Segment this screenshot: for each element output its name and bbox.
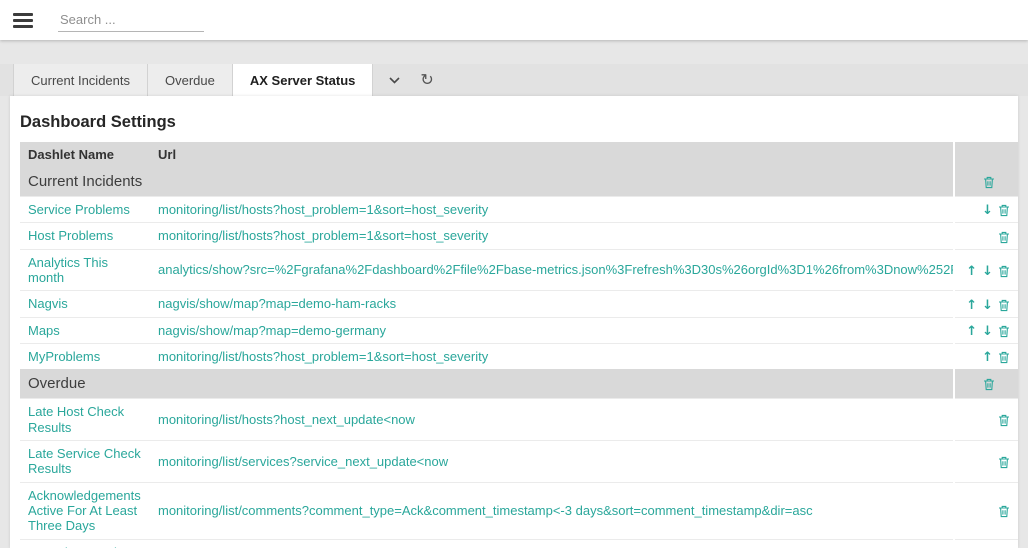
delete-dashlet-icon[interactable]	[998, 456, 1010, 469]
move-up-icon[interactable]: ↑	[966, 299, 977, 312]
delete-dashlet-icon[interactable]	[998, 265, 1010, 278]
column-header-actions	[954, 142, 1018, 167]
dashlet-row: Late Host Check Resultsmonitoring/list/h…	[20, 399, 1018, 441]
delete-dashlet-icon[interactable]	[998, 231, 1010, 244]
row-actions: ↑	[954, 343, 1018, 369]
top-header-bar	[0, 0, 1028, 40]
dashlet-url-link[interactable]: monitoring/list/services?service_next_up…	[150, 440, 954, 482]
column-header-url: Url	[150, 142, 954, 167]
section-title: Current Incidents	[20, 167, 954, 197]
search-container	[58, 9, 204, 32]
dashlet-url-link[interactable]: nagvis/show/map?map=demo-ham-racks	[150, 291, 954, 317]
dashlet-row: Acknowledgements Active For At Least Thr…	[20, 482, 1018, 539]
dashlet-row: Mapsnagvis/show/map?map=demo-germany↑↓	[20, 317, 1018, 343]
row-actions: ↑↓	[954, 317, 1018, 343]
dashlet-url-link[interactable]: analytics/show?src=%2Fgrafana%2Fdashboar…	[150, 249, 954, 291]
row-actions: ↑↓	[954, 291, 1018, 317]
dashlet-table: Dashlet Name Url Current IncidentsServic…	[20, 142, 1018, 548]
delete-dashlet-icon[interactable]	[998, 351, 1010, 364]
section-row: Current Incidents	[20, 167, 1018, 197]
dashlet-row: Analytics This monthanalytics/show?src=%…	[20, 249, 1018, 291]
row-actions	[954, 440, 1018, 482]
dashlet-row: Nagvisnagvis/show/map?map=demo-ham-racks…	[20, 291, 1018, 317]
dashlet-url-link[interactable]: monitoring/list/comments?comment_type=Ac…	[150, 482, 954, 539]
menu-hamburger-icon[interactable]	[13, 13, 33, 28]
section-row: Overdue	[20, 369, 1018, 399]
delete-section-icon[interactable]	[983, 378, 995, 391]
move-down-icon[interactable]: ↓	[982, 265, 993, 278]
tab-bar: Current IncidentsOverdueAX Server Status…	[0, 64, 1028, 96]
dashlet-name-link[interactable]: Maps	[20, 317, 150, 343]
tab-current-incidents[interactable]: Current Incidents	[13, 64, 148, 96]
section-title: Overdue	[20, 369, 954, 399]
move-up-icon[interactable]: ↑	[966, 265, 977, 278]
delete-section-icon[interactable]	[983, 176, 995, 189]
move-up-icon[interactable]: ↑	[966, 325, 977, 338]
dashlet-row: MyProblemsmonitoring/list/hosts?host_pro…	[20, 343, 1018, 369]
page-title: Dashboard Settings	[20, 113, 1008, 133]
move-down-icon[interactable]: ↓	[982, 204, 993, 217]
dashlet-name-link[interactable]: Host Problems	[20, 223, 150, 249]
dashlet-table-body: Current IncidentsService Problemsmonitor…	[20, 167, 1018, 548]
delete-dashlet-icon[interactable]	[998, 325, 1010, 338]
dashlet-name-link[interactable]: Service Problems	[20, 197, 150, 223]
move-down-icon[interactable]: ↓	[982, 325, 993, 338]
row-actions	[954, 539, 1018, 548]
row-actions: ↓	[954, 197, 1018, 223]
chevron-down-icon[interactable]	[389, 77, 400, 84]
dashlet-name-link[interactable]: Late Host Check Results	[20, 399, 150, 441]
dashlet-url-link[interactable]: monitoring/list/hosts?host_next_update<n…	[150, 399, 954, 441]
row-actions	[954, 399, 1018, 441]
row-actions	[954, 482, 1018, 539]
row-actions	[954, 223, 1018, 249]
dashlet-url-link[interactable]: monitoring/list/hosts?host_problem=1&sor…	[150, 343, 954, 369]
section-actions	[954, 167, 1018, 197]
delete-dashlet-icon[interactable]	[998, 299, 1010, 312]
column-header-dashlet-name: Dashlet Name	[20, 142, 150, 167]
dashlet-url-link[interactable]: monitoring/list/hosts?host_problem=1&sor…	[150, 223, 954, 249]
dashlet-name-link[interactable]: MyProblems	[20, 343, 150, 369]
dashlet-name-link[interactable]: Analytics This month	[20, 249, 150, 291]
dashlet-url-link[interactable]: nagvis/show/map?map=demo-germany	[150, 317, 954, 343]
dashlet-row: Downtimes Active For More Than Three Day…	[20, 539, 1018, 548]
dashlet-url-link[interactable]: monitoring/list/hosts?host_problem=1&sor…	[150, 197, 954, 223]
move-down-icon[interactable]: ↓	[982, 299, 993, 312]
dashlet-name-link[interactable]: Late Service Check Results	[20, 440, 150, 482]
tab-ax-server-status[interactable]: AX Server Status	[233, 64, 374, 96]
delete-dashlet-icon[interactable]	[998, 204, 1010, 217]
delete-dashlet-icon[interactable]	[998, 505, 1010, 518]
section-actions	[954, 369, 1018, 399]
tab-tools: ↻	[373, 64, 433, 96]
tab-overdue[interactable]: Overdue	[148, 64, 233, 96]
dashlet-name-link[interactable]: Downtimes Active For More Than Three Day…	[20, 539, 150, 548]
dashlet-name-link[interactable]: Acknowledgements Active For At Least Thr…	[20, 482, 150, 539]
search-input[interactable]	[58, 9, 204, 32]
dashlet-name-link[interactable]: Nagvis	[20, 291, 150, 317]
dashlet-row: Host Problemsmonitoring/list/hosts?host_…	[20, 223, 1018, 249]
delete-dashlet-icon[interactable]	[998, 414, 1010, 427]
dashlet-url-link[interactable]: monitoring/list/downtimes?downtime_is_in…	[150, 539, 954, 548]
row-actions: ↑↓	[954, 249, 1018, 291]
dashlet-row: Service Problemsmonitoring/list/hosts?ho…	[20, 197, 1018, 223]
table-header-row: Dashlet Name Url	[20, 142, 1018, 167]
refresh-icon[interactable]: ↻	[420, 72, 433, 88]
move-up-icon[interactable]: ↑	[982, 351, 993, 364]
dashlet-row: Late Service Check Resultsmonitoring/lis…	[20, 440, 1018, 482]
content-panel: Dashboard Settings Dashlet Name Url Curr…	[10, 96, 1018, 548]
